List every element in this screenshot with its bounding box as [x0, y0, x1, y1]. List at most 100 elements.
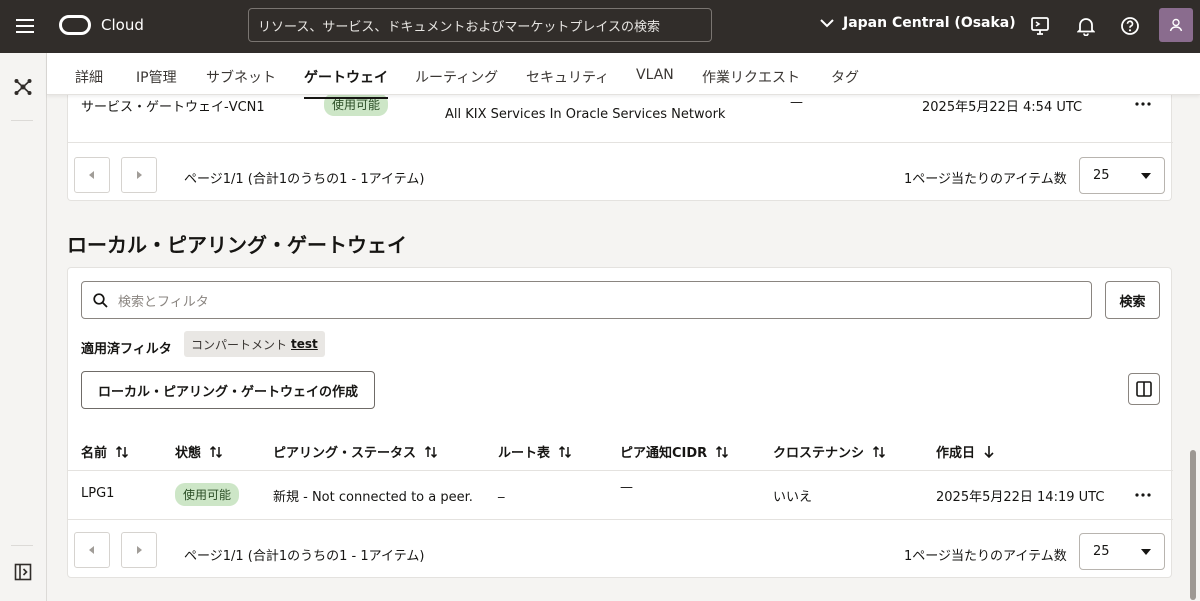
- applied-filters-label: 適用済フィルタ: [81, 342, 172, 357]
- top-header: Cloud リソース、サービス、ドキュメントおよびマーケットプレイスの検索 Ja…: [0, 0, 1200, 53]
- tab-vlan[interactable]: VLAN: [636, 67, 674, 83]
- per-page-value: 25: [1093, 544, 1110, 559]
- chevron-right-icon: [137, 171, 142, 179]
- column-header-label: クロステナンシ: [773, 446, 865, 461]
- chevron-left-icon: [89, 171, 94, 179]
- pagination-summary: ページ1/1 (合計1のうちの1 - 1アイテム): [184, 549, 425, 564]
- lpg-name-link[interactable]: LPG1: [81, 486, 114, 501]
- column-header-name[interactable]: 名前: [81, 442, 129, 461]
- rail-divider: [11, 120, 33, 121]
- next-page-button[interactable]: [121, 157, 157, 193]
- column-header-peer-cidr[interactable]: ピア通知CIDR: [620, 442, 729, 461]
- global-search-input[interactable]: リソース、サービス、ドキュメントおよびマーケットプレイスの検索: [248, 8, 712, 42]
- search-button-label: 検索: [1119, 294, 1146, 310]
- chevron-right-icon: [137, 546, 142, 554]
- section-title: ローカル・ピアリング・ゲートウェイ: [67, 233, 407, 257]
- divider: [68, 142, 1173, 143]
- tab-subnets[interactable]: サブネット: [206, 67, 276, 87]
- user-icon: [1169, 18, 1183, 32]
- per-page-select[interactable]: 25: [1079, 157, 1165, 194]
- lpg-card: 検索とフィルタ 検索 適用済フィルタ コンパートメント test ローカル・ピア…: [67, 267, 1173, 578]
- per-page-label: 1ページ当たりのアイテム数: [904, 549, 1067, 564]
- pagination-summary: ページ1/1 (合計1のうちの1 - 1アイテム): [184, 172, 425, 187]
- expand-panel-icon[interactable]: [9, 558, 37, 586]
- table-row[interactable]: LPG1 使用可能 新規 - Not connected to a peer. …: [68, 471, 1173, 519]
- cross-tenancy-value: いいえ: [773, 490, 813, 505]
- peering-status-value: 新規 - Not connected to a peer.: [273, 490, 473, 505]
- tab-tags[interactable]: タグ: [831, 67, 859, 87]
- services-value: All KIX Services In Oracle Services Netw…: [445, 107, 726, 122]
- filter-chip[interactable]: コンパートメント test: [184, 331, 325, 357]
- scrollbar-thumb[interactable]: [1190, 450, 1196, 600]
- column-header-label: ピアリング・ステータス: [273, 446, 417, 461]
- prev-page-button[interactable]: [74, 532, 110, 568]
- column-header-created[interactable]: 作成日: [936, 442, 995, 461]
- sort-icon: [872, 445, 886, 458]
- tab-work-requests[interactable]: 作業リクエスト: [702, 67, 800, 87]
- sort-icon: [716, 445, 729, 458]
- filter-chip-value[interactable]: test: [291, 337, 318, 351]
- cloud-shell-icon[interactable]: [1028, 14, 1052, 38]
- column-settings-button[interactable]: [1128, 373, 1160, 405]
- region-selector[interactable]: Japan Central (Osaka): [820, 15, 1016, 31]
- service-gateway-card: サービス・ゲートウェイ-VCN1 使用可能 All KIX Services I…: [67, 85, 1173, 201]
- lpg-search-input[interactable]: 検索とフィルタ: [81, 281, 1092, 319]
- next-page-button[interactable]: [121, 532, 157, 568]
- oracle-logo[interactable]: [59, 15, 91, 35]
- filter-chip-label: コンパートメント: [191, 337, 288, 352]
- resource-tabs: 詳細 IP管理 サブネット ゲートウェイ ルーティング セキュリティ VLAN …: [47, 53, 1200, 99]
- column-header-label: ルート表: [498, 446, 551, 461]
- create-lpg-button-label: ローカル・ピアリング・ゲートウェイの作成: [97, 384, 358, 400]
- sort-descending-icon: [984, 445, 994, 458]
- menu-icon[interactable]: [10, 12, 40, 40]
- column-header-peering-status[interactable]: ピアリング・ステータス: [273, 442, 438, 461]
- prev-page-button[interactable]: [74, 157, 110, 193]
- column-header-cross-tenancy[interactable]: クロステナンシ: [773, 442, 886, 461]
- column-header-label: 名前: [81, 446, 108, 461]
- user-avatar[interactable]: [1159, 8, 1193, 42]
- service-gateway-name[interactable]: サービス・ゲートウェイ-VCN1: [81, 96, 265, 115]
- help-icon[interactable]: [1118, 14, 1142, 38]
- sort-icon: [115, 445, 129, 458]
- tab-gateways[interactable]: ゲートウェイ: [304, 67, 388, 99]
- create-lpg-button[interactable]: ローカル・ピアリング・ゲートウェイの作成: [81, 371, 375, 409]
- column-header-label: 作成日: [936, 446, 976, 461]
- columns-icon: [1136, 381, 1152, 397]
- status-badge: 使用可能: [175, 483, 240, 506]
- divider: [68, 519, 1173, 520]
- row-actions-icon[interactable]: [1131, 94, 1155, 114]
- brand-label: Cloud: [101, 16, 144, 34]
- route-table-value: _: [498, 484, 505, 499]
- created-value: 2025年5月22日 14:19 UTC: [936, 490, 1105, 505]
- tab-details[interactable]: 詳細: [75, 67, 103, 87]
- chevron-left-icon: [89, 546, 94, 554]
- tab-ip-management[interactable]: IP管理: [136, 67, 177, 87]
- tab-routing[interactable]: ルーティング: [415, 67, 498, 87]
- row-actions-icon[interactable]: [1131, 485, 1155, 505]
- per-page-select[interactable]: 25: [1079, 533, 1165, 570]
- main-content: サービス・ゲートウェイ-VCN1 使用可能 All KIX Services I…: [47, 85, 1184, 601]
- created-value: 2025年5月22日 4:54 UTC: [922, 100, 1083, 115]
- page-scrollbar[interactable]: [1190, 95, 1196, 601]
- rail-divider: [11, 545, 33, 546]
- route-table-value: —: [790, 95, 803, 110]
- global-search-placeholder: リソース、サービス、ドキュメントおよびマーケットプレイスの検索: [258, 19, 660, 35]
- search-icon: [93, 293, 108, 308]
- sort-icon: [424, 445, 438, 458]
- sort-icon: [209, 445, 223, 458]
- peer-cidr-value: —: [620, 480, 633, 495]
- region-label: Japan Central (Osaka): [843, 15, 1016, 31]
- per-page-label: 1ページ当たりのアイテム数: [904, 172, 1067, 187]
- column-header-state[interactable]: 状態: [175, 442, 223, 461]
- sort-icon: [558, 445, 572, 458]
- network-icon[interactable]: [9, 73, 37, 101]
- bell-icon[interactable]: [1074, 14, 1098, 38]
- search-button[interactable]: 検索: [1105, 281, 1160, 319]
- left-rail: [0, 53, 47, 601]
- column-header-label: 状態: [175, 446, 202, 461]
- column-header-route-table[interactable]: ルート表: [498, 442, 572, 461]
- tab-security[interactable]: セキュリティ: [526, 67, 609, 87]
- caret-down-icon: [1141, 549, 1151, 555]
- caret-down-icon: [1141, 173, 1151, 179]
- column-header-label: ピア通知CIDR: [620, 446, 708, 461]
